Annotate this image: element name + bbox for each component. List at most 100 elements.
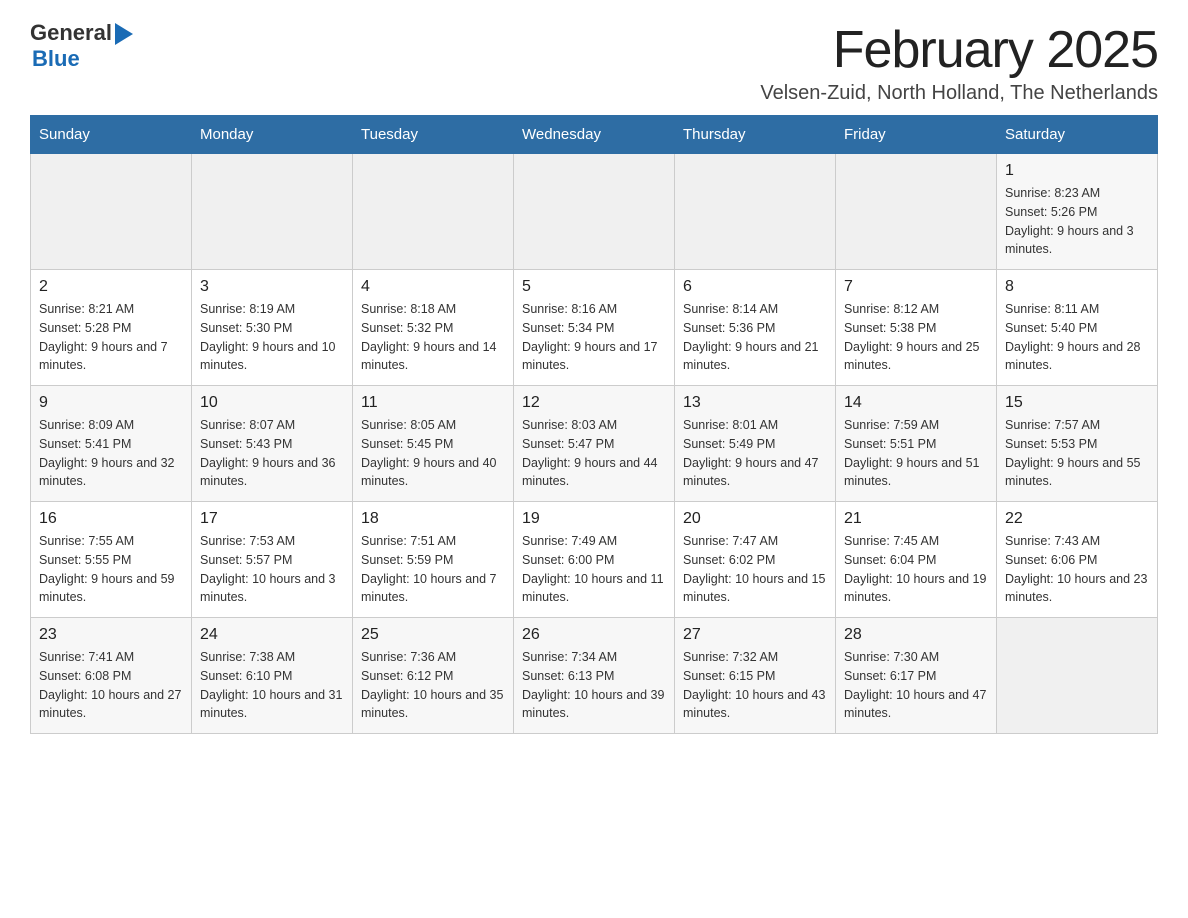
day-info: Sunrise: 7:51 AMSunset: 5:59 PMDaylight:… — [361, 532, 505, 607]
calendar-cell: 15 Sunrise: 7:57 AMSunset: 5:53 PMDayligh… — [997, 386, 1158, 502]
calendar-cell: 20Sunrise: 7:47 AMSunset: 6:02 PMDayligh… — [675, 502, 836, 618]
day-number: 17 — [200, 510, 344, 528]
calendar-cell: 6 Sunrise: 8:14 AMSunset: 5:36 PMDaylight… — [675, 270, 836, 386]
calendar-cell: 14 Sunrise: 7:59 AMSunset: 5:51 PMDayligh… — [836, 386, 997, 502]
calendar-cell — [836, 154, 997, 270]
day-number: 12 — [522, 394, 666, 412]
day-number: 6 — [683, 278, 827, 296]
day-number: 18 — [361, 510, 505, 528]
logo-triangle-icon — [115, 23, 133, 45]
calendar-cell: 13 Sunrise: 8:01 AMSunset: 5:49 PMDayligh… — [675, 386, 836, 502]
calendar-cell — [31, 154, 192, 270]
calendar-cell — [997, 618, 1158, 734]
calendar-cell: 7 Sunrise: 8:12 AMSunset: 5:38 PMDaylight… — [836, 270, 997, 386]
day-info: Sunrise: 7:57 AMSunset: 5:53 PMDaylight:… — [1005, 416, 1149, 491]
calendar-cell: 4Sunrise: 8:18 AMSunset: 5:32 PMDaylight… — [353, 270, 514, 386]
day-number: 22 — [1005, 510, 1149, 528]
header-friday: Friday — [836, 116, 997, 154]
calendar-cell: 5 Sunrise: 8:16 AMSunset: 5:34 PMDaylight… — [514, 270, 675, 386]
calendar-cell: 26Sunrise: 7:34 AMSunset: 6:13 PMDayligh… — [514, 618, 675, 734]
header-monday: Monday — [192, 116, 353, 154]
day-info: Sunrise: 8:11 AMSunset: 5:40 PMDaylight:… — [1005, 300, 1149, 375]
calendar-cell: 28 Sunrise: 7:30 AMSunset: 6:17 PMDayligh… — [836, 618, 997, 734]
day-number: 28 — [844, 626, 988, 644]
header-tuesday: Tuesday — [353, 116, 514, 154]
calendar-cell — [514, 154, 675, 270]
day-number: 15 — [1005, 394, 1149, 412]
calendar-cell: 24 Sunrise: 7:38 AMSunset: 6:10 PMDayligh… — [192, 618, 353, 734]
day-info: Sunrise: 7:36 AMSunset: 6:12 PMDaylight:… — [361, 648, 505, 723]
title-area: February 2025 Velsen-Zuid, North Holland… — [760, 20, 1158, 105]
calendar-table: SundayMondayTuesdayWednesdayThursdayFrid… — [30, 115, 1158, 734]
day-number: 20 — [683, 510, 827, 528]
day-info: Sunrise: 8:23 AMSunset: 5:26 PMDaylight:… — [1005, 184, 1149, 259]
day-info: Sunrise: 7:53 AMSunset: 5:57 PMDaylight:… — [200, 532, 344, 607]
calendar-cell: 1 Sunrise: 8:23 AMSunset: 5:26 PMDaylight… — [997, 154, 1158, 270]
day-number: 19 — [522, 510, 666, 528]
calendar-cell: 17 Sunrise: 7:53 AMSunset: 5:57 PMDayligh… — [192, 502, 353, 618]
calendar-header-row: SundayMondayTuesdayWednesdayThursdayFrid… — [31, 116, 1158, 154]
calendar-cell — [675, 154, 836, 270]
day-info: Sunrise: 7:34 AMSunset: 6:13 PMDaylight:… — [522, 648, 666, 723]
logo: General Blue — [30, 20, 133, 72]
day-info: Sunrise: 7:43 AMSunset: 6:06 PMDaylight:… — [1005, 532, 1149, 607]
header-sunday: Sunday — [31, 116, 192, 154]
calendar-cell: 8 Sunrise: 8:11 AMSunset: 5:40 PMDaylight… — [997, 270, 1158, 386]
day-info: Sunrise: 8:07 AMSunset: 5:43 PMDaylight:… — [200, 416, 344, 491]
calendar-cell: 19 Sunrise: 7:49 AMSunset: 6:00 PMDayligh… — [514, 502, 675, 618]
day-number: 24 — [200, 626, 344, 644]
calendar-week-row: 16 Sunrise: 7:55 AMSunset: 5:55 PMDayligh… — [31, 502, 1158, 618]
day-number: 21 — [844, 510, 988, 528]
day-info: Sunrise: 7:55 AMSunset: 5:55 PMDaylight:… — [39, 532, 183, 607]
day-info: Sunrise: 8:14 AMSunset: 5:36 PMDaylight:… — [683, 300, 827, 375]
day-info: Sunrise: 8:05 AMSunset: 5:45 PMDaylight:… — [361, 416, 505, 491]
header-saturday: Saturday — [997, 116, 1158, 154]
day-number: 13 — [683, 394, 827, 412]
calendar-cell: 27 Sunrise: 7:32 AMSunset: 6:15 PMDayligh… — [675, 618, 836, 734]
day-number: 27 — [683, 626, 827, 644]
day-number: 7 — [844, 278, 988, 296]
day-info: Sunrise: 8:12 AMSunset: 5:38 PMDaylight:… — [844, 300, 988, 375]
day-info: Sunrise: 7:32 AMSunset: 6:15 PMDaylight:… — [683, 648, 827, 723]
day-number: 16 — [39, 510, 183, 528]
logo-general: General — [30, 20, 112, 46]
day-info: Sunrise: 7:59 AMSunset: 5:51 PMDaylight:… — [844, 416, 988, 491]
calendar-cell — [353, 154, 514, 270]
calendar-cell: 10Sunrise: 8:07 AMSunset: 5:43 PMDayligh… — [192, 386, 353, 502]
calendar-cell: 21 Sunrise: 7:45 AMSunset: 6:04 PMDayligh… — [836, 502, 997, 618]
day-number: 1 — [1005, 162, 1149, 180]
calendar-cell: 2 Sunrise: 8:21 AMSunset: 5:28 PMDaylight… — [31, 270, 192, 386]
header-thursday: Thursday — [675, 116, 836, 154]
day-number: 23 — [39, 626, 183, 644]
calendar-cell: 9Sunrise: 8:09 AMSunset: 5:41 PMDaylight… — [31, 386, 192, 502]
header-wednesday: Wednesday — [514, 116, 675, 154]
calendar-cell: 16 Sunrise: 7:55 AMSunset: 5:55 PMDayligh… — [31, 502, 192, 618]
day-number: 2 — [39, 278, 183, 296]
day-info: Sunrise: 7:38 AMSunset: 6:10 PMDaylight:… — [200, 648, 344, 723]
day-number: 25 — [361, 626, 505, 644]
page-subtitle: Velsen-Zuid, North Holland, The Netherla… — [760, 82, 1158, 105]
day-info: Sunrise: 7:49 AMSunset: 6:00 PMDaylight:… — [522, 532, 666, 607]
day-info: Sunrise: 7:30 AMSunset: 6:17 PMDaylight:… — [844, 648, 988, 723]
calendar-cell: 12Sunrise: 8:03 AMSunset: 5:47 PMDayligh… — [514, 386, 675, 502]
calendar-cell: 11 Sunrise: 8:05 AMSunset: 5:45 PMDayligh… — [353, 386, 514, 502]
day-info: Sunrise: 8:21 AMSunset: 5:28 PMDaylight:… — [39, 300, 183, 375]
day-number: 11 — [361, 394, 505, 412]
calendar-cell: 22 Sunrise: 7:43 AMSunset: 6:06 PMDayligh… — [997, 502, 1158, 618]
day-info: Sunrise: 7:45 AMSunset: 6:04 PMDaylight:… — [844, 532, 988, 607]
day-number: 3 — [200, 278, 344, 296]
day-info: Sunrise: 8:16 AMSunset: 5:34 PMDaylight:… — [522, 300, 666, 375]
day-info: Sunrise: 7:41 AMSunset: 6:08 PMDaylight:… — [39, 648, 183, 723]
day-number: 8 — [1005, 278, 1149, 296]
day-number: 4 — [361, 278, 505, 296]
calendar-week-row: 2 Sunrise: 8:21 AMSunset: 5:28 PMDaylight… — [31, 270, 1158, 386]
day-info: Sunrise: 8:01 AMSunset: 5:49 PMDaylight:… — [683, 416, 827, 491]
day-number: 5 — [522, 278, 666, 296]
calendar-cell — [192, 154, 353, 270]
day-number: 14 — [844, 394, 988, 412]
logo-blue: Blue — [32, 46, 80, 71]
day-number: 9 — [39, 394, 183, 412]
calendar-week-row: 23 Sunrise: 7:41 AMSunset: 6:08 PMDayligh… — [31, 618, 1158, 734]
calendar-cell: 18 Sunrise: 7:51 AMSunset: 5:59 PMDayligh… — [353, 502, 514, 618]
calendar-week-row: 9Sunrise: 8:09 AMSunset: 5:41 PMDaylight… — [31, 386, 1158, 502]
